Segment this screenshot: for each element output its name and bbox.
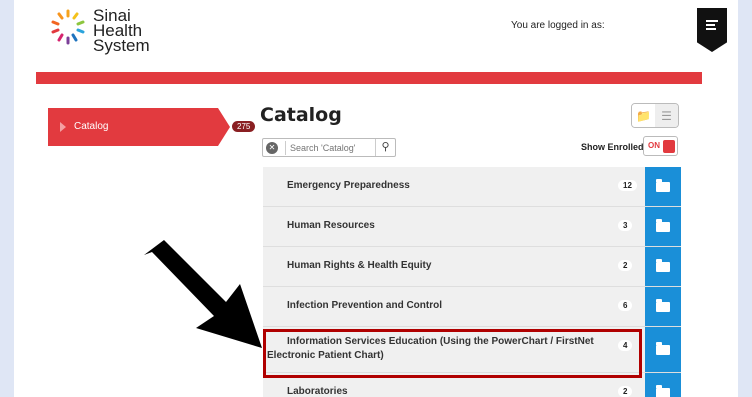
folder-icon: [656, 341, 670, 355]
toggle-state-text: ON: [648, 141, 660, 150]
category-name: Emergency Preparedness: [287, 180, 410, 191]
clear-search-icon[interactable]: ✕: [266, 142, 278, 154]
sidebar-item-label: Catalog: [74, 121, 109, 132]
caret-right-icon: [60, 122, 66, 132]
sinai-logo-icon: [51, 9, 85, 45]
logo-line-3: System: [93, 36, 150, 55]
sidebar-item-count: 275: [232, 121, 256, 132]
folder-icon: [656, 384, 670, 397]
category-count: 2: [618, 386, 633, 397]
folder-view-icon[interactable]: 📁: [632, 104, 655, 127]
logged-in-text: You are logged in as:: [511, 20, 605, 31]
app-frame: Sinai Health System You are logged in as…: [14, 0, 738, 397]
logo-text: Sinai Health System: [93, 7, 150, 55]
search-icon[interactable]: ⚲: [375, 139, 395, 156]
pointer-arrow: [144, 240, 262, 348]
toggle-knob: [663, 140, 675, 153]
search-box: ✕ ⚲: [262, 138, 396, 157]
category-name: Human Resources: [287, 220, 375, 231]
open-folder-button[interactable]: [645, 373, 681, 397]
folder-icon: [656, 178, 670, 192]
sidebar-active-notch: [218, 108, 230, 146]
sinai-health-logo[interactable]: Sinai Health System: [49, 7, 150, 55]
search-input[interactable]: [285, 141, 371, 155]
category-count: 12: [618, 180, 637, 191]
list-item[interactable]: Infection Prevention and Control 6: [263, 287, 681, 327]
folder-icon: [656, 218, 670, 232]
folder-icon: [656, 258, 670, 272]
view-toggle: 📁 ☰: [631, 103, 679, 128]
highlight-box: [263, 329, 642, 378]
folder-icon: [656, 298, 670, 312]
category-count: 6: [618, 300, 633, 311]
show-enrolled-label: Show Enrolled: [581, 142, 644, 152]
category-name: Laboratories: [287, 386, 348, 397]
category-name: Infection Prevention and Control: [287, 300, 443, 311]
open-folder-button[interactable]: [645, 167, 681, 206]
list-view-icon[interactable]: ☰: [655, 104, 678, 127]
category-count: 2: [618, 260, 633, 271]
open-folder-button[interactable]: [645, 207, 681, 246]
open-folder-button[interactable]: [645, 287, 681, 326]
list-item[interactable]: Emergency Preparedness 12: [263, 167, 681, 207]
page-title: Catalog: [260, 104, 342, 126]
category-name: Human Rights & Health Equity: [287, 260, 432, 271]
open-folder-button[interactable]: [645, 327, 681, 372]
list-item[interactable]: Human Rights & Health Equity 2: [263, 247, 681, 287]
sidebar-item-catalog[interactable]: Catalog 275: [48, 108, 256, 146]
show-enrolled-toggle[interactable]: ON: [643, 136, 678, 156]
header-band: [36, 72, 702, 84]
list-item[interactable]: Human Resources 3: [263, 207, 681, 247]
category-count: 3: [618, 220, 633, 231]
menu-icon: [706, 20, 718, 32]
menu-button[interactable]: [697, 8, 727, 52]
open-folder-button[interactable]: [645, 247, 681, 286]
